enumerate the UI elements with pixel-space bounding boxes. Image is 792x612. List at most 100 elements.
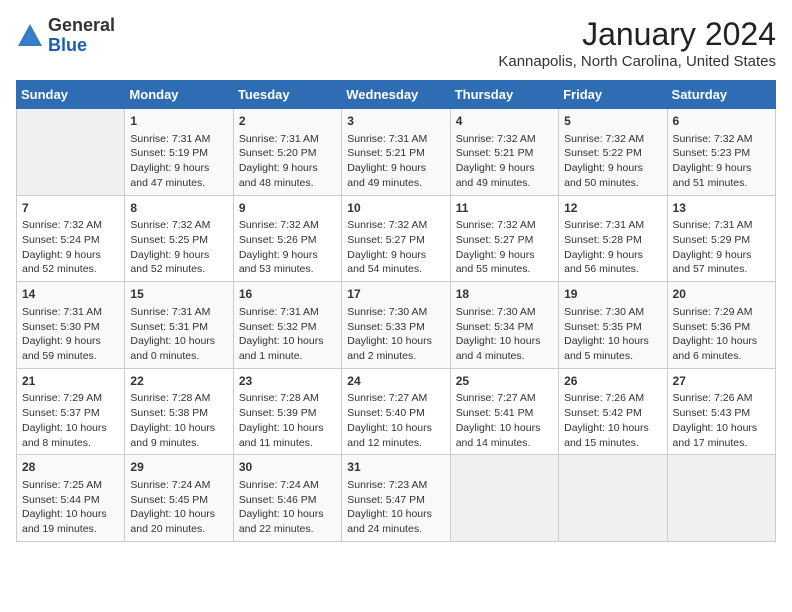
- calendar-cell: 8Sunrise: 7:32 AMSunset: 5:25 PMDaylight…: [125, 195, 233, 282]
- calendar-cell: 22Sunrise: 7:28 AMSunset: 5:38 PMDayligh…: [125, 368, 233, 455]
- day-number: 10: [347, 200, 444, 217]
- calendar-cell: 16Sunrise: 7:31 AMSunset: 5:32 PMDayligh…: [233, 282, 341, 369]
- calendar-week-1: 1 Sunrise: 7:31 AMSunset: 5:19 PMDaylight…: [17, 109, 776, 196]
- day-info: Sunrise: 7:27 AMSunset: 5:40 PMDaylight:…: [347, 391, 444, 450]
- header-saturday: Saturday: [667, 81, 775, 109]
- location: Kannapolis, North Carolina, United State…: [498, 53, 776, 70]
- day-info: Sunrise: 7:32 AMSunset: 5:27 PMDaylight:…: [456, 218, 553, 277]
- day-number: 18: [456, 286, 553, 303]
- page-header: General Blue January 2024 Kannapolis, No…: [16, 16, 776, 70]
- calendar-week-2: 7Sunrise: 7:32 AMSunset: 5:24 PMDaylight…: [17, 195, 776, 282]
- calendar-cell: 1 Sunrise: 7:31 AMSunset: 5:19 PMDaylight…: [125, 109, 233, 196]
- day-info: Sunrise: 7:30 AMSunset: 5:33 PMDaylight:…: [347, 305, 444, 364]
- header-friday: Friday: [559, 81, 667, 109]
- day-info: Sunrise: 7:31 AMSunset: 5:28 PMDaylight:…: [564, 218, 661, 277]
- calendar-cell: 27Sunrise: 7:26 AMSunset: 5:43 PMDayligh…: [667, 368, 775, 455]
- day-info: Sunrise: 7:31 AMSunset: 5:29 PMDaylight:…: [673, 218, 770, 277]
- logo-blue: Blue: [48, 35, 87, 55]
- day-info: Sunrise: 7:32 AMSunset: 5:27 PMDaylight:…: [347, 218, 444, 277]
- day-info: Sunrise: 7:29 AMSunset: 5:36 PMDaylight:…: [673, 305, 770, 364]
- day-info: Sunrise: 7:32 AMSunset: 5:24 PMDaylight:…: [22, 218, 119, 277]
- logo-text: General Blue: [48, 16, 115, 56]
- day-number: 28: [22, 459, 119, 476]
- day-number: 4: [456, 113, 553, 130]
- header-monday: Monday: [125, 81, 233, 109]
- day-info: Sunrise: 7:32 AMSunset: 5:23 PMDaylight:…: [673, 132, 770, 191]
- calendar-cell: 25Sunrise: 7:27 AMSunset: 5:41 PMDayligh…: [450, 368, 558, 455]
- header-tuesday: Tuesday: [233, 81, 341, 109]
- header-thursday: Thursday: [450, 81, 558, 109]
- calendar-cell: 29Sunrise: 7:24 AMSunset: 5:45 PMDayligh…: [125, 455, 233, 542]
- calendar-cell: 24Sunrise: 7:27 AMSunset: 5:40 PMDayligh…: [342, 368, 450, 455]
- day-info: Sunrise: 7:31 AMSunset: 5:31 PMDaylight:…: [130, 305, 227, 364]
- logo-general: General: [48, 15, 115, 35]
- calendar-cell: [667, 455, 775, 542]
- day-number: 3: [347, 113, 444, 130]
- header-sunday: Sunday: [17, 81, 125, 109]
- calendar-cell: 5 Sunrise: 7:32 AMSunset: 5:22 PMDaylight…: [559, 109, 667, 196]
- day-info: Sunrise: 7:25 AMSunset: 5:44 PMDaylight:…: [22, 478, 119, 537]
- day-info: Sunrise: 7:32 AMSunset: 5:22 PMDaylight:…: [564, 132, 661, 191]
- calendar-cell: 11Sunrise: 7:32 AMSunset: 5:27 PMDayligh…: [450, 195, 558, 282]
- day-number: 1: [130, 113, 227, 130]
- calendar-cell: 10Sunrise: 7:32 AMSunset: 5:27 PMDayligh…: [342, 195, 450, 282]
- calendar-cell: 4 Sunrise: 7:32 AMSunset: 5:21 PMDaylight…: [450, 109, 558, 196]
- day-number: 23: [239, 373, 336, 390]
- day-number: 22: [130, 373, 227, 390]
- day-number: 7: [22, 200, 119, 217]
- calendar-cell: 15 Sunrise: 7:31 AMSunset: 5:31 PMDayligh…: [125, 282, 233, 369]
- title-block: January 2024 Kannapolis, North Carolina,…: [498, 16, 776, 70]
- day-info: Sunrise: 7:26 AMSunset: 5:42 PMDaylight:…: [564, 391, 661, 450]
- day-number: 31: [347, 459, 444, 476]
- day-info: Sunrise: 7:27 AMSunset: 5:41 PMDaylight:…: [456, 391, 553, 450]
- calendar-cell: 19Sunrise: 7:30 AMSunset: 5:35 PMDayligh…: [559, 282, 667, 369]
- day-number: 24: [347, 373, 444, 390]
- day-info: Sunrise: 7:32 AMSunset: 5:25 PMDaylight:…: [130, 218, 227, 277]
- calendar-cell: 21Sunrise: 7:29 AMSunset: 5:37 PMDayligh…: [17, 368, 125, 455]
- day-info: Sunrise: 7:30 AMSunset: 5:34 PMDaylight:…: [456, 305, 553, 364]
- day-number: 11: [456, 200, 553, 217]
- calendar-cell: 3 Sunrise: 7:31 AMSunset: 5:21 PMDaylight…: [342, 109, 450, 196]
- day-number: 30: [239, 459, 336, 476]
- calendar-cell: [17, 109, 125, 196]
- day-info: Sunrise: 7:31 AMSunset: 5:30 PMDaylight:…: [22, 305, 119, 364]
- calendar-cell: 7Sunrise: 7:32 AMSunset: 5:24 PMDaylight…: [17, 195, 125, 282]
- calendar-cell: 13Sunrise: 7:31 AMSunset: 5:29 PMDayligh…: [667, 195, 775, 282]
- calendar-week-4: 21Sunrise: 7:29 AMSunset: 5:37 PMDayligh…: [17, 368, 776, 455]
- day-info: Sunrise: 7:31 AMSunset: 5:19 PMDaylight:…: [130, 132, 227, 191]
- day-number: 14: [22, 286, 119, 303]
- calendar-cell: 28 Sunrise: 7:25 AMSunset: 5:44 PMDayligh…: [17, 455, 125, 542]
- day-info: Sunrise: 7:30 AMSunset: 5:35 PMDaylight:…: [564, 305, 661, 364]
- day-info: Sunrise: 7:31 AMSunset: 5:20 PMDaylight:…: [239, 132, 336, 191]
- calendar-week-3: 14 Sunrise: 7:31 AMSunset: 5:30 PMDayligh…: [17, 282, 776, 369]
- day-number: 20: [673, 286, 770, 303]
- day-number: 17: [347, 286, 444, 303]
- day-number: 5: [564, 113, 661, 130]
- day-number: 6: [673, 113, 770, 130]
- calendar-cell: 23Sunrise: 7:28 AMSunset: 5:39 PMDayligh…: [233, 368, 341, 455]
- day-info: Sunrise: 7:32 AMSunset: 5:26 PMDaylight:…: [239, 218, 336, 277]
- day-info: Sunrise: 7:29 AMSunset: 5:37 PMDaylight:…: [22, 391, 119, 450]
- day-info: Sunrise: 7:31 AMSunset: 5:32 PMDaylight:…: [239, 305, 336, 364]
- day-info: Sunrise: 7:32 AMSunset: 5:21 PMDaylight:…: [456, 132, 553, 191]
- calendar-cell: 20 Sunrise: 7:29 AMSunset: 5:36 PMDayligh…: [667, 282, 775, 369]
- calendar-cell: 12Sunrise: 7:31 AMSunset: 5:28 PMDayligh…: [559, 195, 667, 282]
- calendar-cell: 9Sunrise: 7:32 AMSunset: 5:26 PMDaylight…: [233, 195, 341, 282]
- calendar-table: Sunday Monday Tuesday Wednesday Thursday…: [16, 80, 776, 542]
- month-title: January 2024: [498, 16, 776, 53]
- day-info: Sunrise: 7:23 AMSunset: 5:47 PMDaylight:…: [347, 478, 444, 537]
- calendar-cell: 2 Sunrise: 7:31 AMSunset: 5:20 PMDaylight…: [233, 109, 341, 196]
- day-number: 8: [130, 200, 227, 217]
- day-number: 26: [564, 373, 661, 390]
- day-info: Sunrise: 7:28 AMSunset: 5:39 PMDaylight:…: [239, 391, 336, 450]
- calendar-cell: [450, 455, 558, 542]
- calendar-cell: 17 Sunrise: 7:30 AMSunset: 5:33 PMDayligh…: [342, 282, 450, 369]
- day-number: 2: [239, 113, 336, 130]
- day-number: 27: [673, 373, 770, 390]
- logo-icon: [16, 22, 44, 50]
- calendar-cell: 14 Sunrise: 7:31 AMSunset: 5:30 PMDayligh…: [17, 282, 125, 369]
- day-info: Sunrise: 7:24 AMSunset: 5:45 PMDaylight:…: [130, 478, 227, 537]
- day-number: 12: [564, 200, 661, 217]
- day-number: 15: [130, 286, 227, 303]
- day-info: Sunrise: 7:31 AMSunset: 5:21 PMDaylight:…: [347, 132, 444, 191]
